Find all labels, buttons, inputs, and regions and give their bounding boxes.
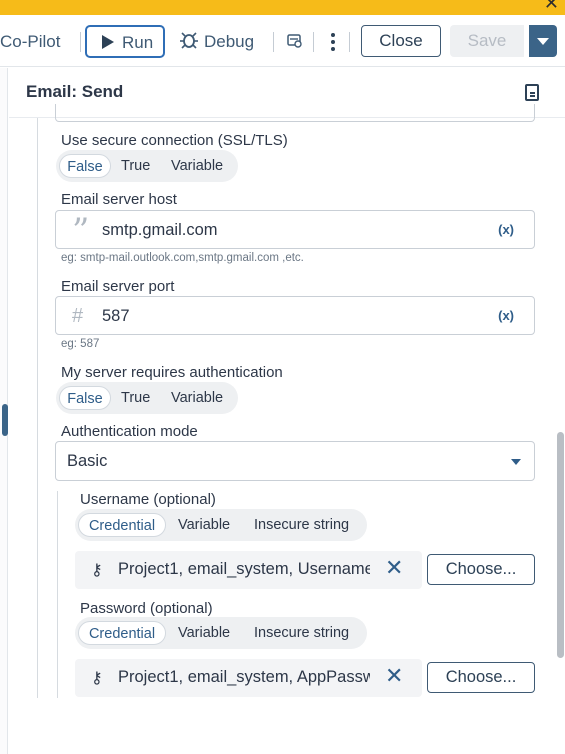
panel-resize-handle[interactable] [2,404,8,436]
vertical-scrollbar[interactable] [557,432,564,658]
secure-option-variable[interactable]: Variable [171,154,223,178]
server-port-hint: eg: 587 [61,338,100,350]
password-label: Password (optional) [80,600,213,617]
password-credential-field[interactable]: ⚷ Project1, email_system, AppPassword ✕ [75,659,422,697]
password-option-insecure[interactable]: Insecure string [254,621,349,645]
key-icon: ⚷ [91,668,103,687]
save-button[interactable]: Save [450,25,524,57]
toolbar-divider [273,32,274,52]
more-vertical-icon[interactable] [330,32,336,52]
top-strip: ✕ [0,0,565,15]
previous-field-edge [55,104,535,122]
username-option-insecure[interactable]: Insecure string [254,513,349,537]
caret-down-icon [511,459,521,465]
auth-mode-label: Authentication mode [61,423,198,440]
auth-required-toggle: False True Variable [56,382,238,414]
save-options-button[interactable] [529,25,557,57]
toolbar: Co-Pilot Run Debug Close Save [0,15,565,67]
auth-required-label: My server requires authentication [61,364,283,381]
variable-toggle-button[interactable]: (x) [498,308,514,323]
number-icon: # [72,305,84,327]
secure-option-false[interactable]: False [59,154,111,178]
auth-option-false[interactable]: False [59,386,111,410]
clear-icon[interactable]: ✕ [385,664,403,689]
username-credential-value: Project1, email_system, Username [118,560,370,578]
password-option-variable[interactable]: Variable [178,621,230,645]
server-host-field[interactable]: ” smtp.gmail.com (x) [55,210,535,249]
password-choose-button[interactable]: Choose... [427,662,535,693]
panel-title: Email: Send [26,82,124,101]
server-port-value: 587 [102,307,130,325]
run-label: Run [122,33,154,52]
auth-option-true[interactable]: True [121,386,150,410]
server-host-hint: eg: smtp-mail.outlook.com,smtp.gmail.com… [61,252,304,264]
username-option-credential[interactable]: Credential [78,513,166,537]
username-choose-button[interactable]: Choose... [427,554,535,585]
toolbar-divider [349,32,350,52]
copilot-button[interactable]: Co-Pilot [0,32,60,52]
server-host-value: smtp.gmail.com [102,221,218,239]
clear-icon[interactable]: ✕ [385,556,403,581]
username-option-variable[interactable]: Variable [178,513,230,537]
chevron-down-icon [537,38,549,45]
breakpoint-icon[interactable] [287,33,303,49]
secure-option-true[interactable]: True [121,154,150,178]
password-source-toggle: Credential Variable Insecure string [75,617,367,649]
indent-guide [37,118,38,698]
indent-guide-nested [57,491,58,698]
auth-mode-select[interactable]: Basic [55,441,535,481]
toolbar-divider [313,32,314,52]
document-icon[interactable] [525,84,539,101]
debug-button[interactable]: Debug [178,28,260,54]
username-label: Username (optional) [80,491,216,508]
password-option-credential[interactable]: Credential [78,621,166,645]
close-button[interactable]: Close [361,25,441,57]
server-host-label: Email server host [61,191,177,208]
secure-connection-label: Use secure connection (SSL/TLS) [61,132,288,149]
secure-connection-toggle: False True Variable [56,150,238,182]
run-button[interactable]: Run [85,25,165,58]
server-port-field[interactable]: # 587 (x) [55,296,535,335]
toolbar-divider [80,32,81,52]
quote-icon: ” [72,211,90,251]
auth-mode-value: Basic [67,452,108,470]
variable-toggle-button[interactable]: (x) [498,222,514,237]
auth-option-variable[interactable]: Variable [171,386,223,410]
username-credential-field[interactable]: ⚷ Project1, email_system, Username ✕ [75,551,422,589]
key-icon: ⚷ [91,560,103,579]
server-port-label: Email server port [61,278,175,295]
password-credential-value: Project1, email_system, AppPassword [118,668,370,686]
bug-icon [180,32,198,49]
close-window-icon[interactable]: ✕ [544,0,559,14]
debug-label: Debug [204,32,255,51]
username-source-toggle: Credential Variable Insecure string [75,509,367,541]
play-icon [102,35,114,49]
